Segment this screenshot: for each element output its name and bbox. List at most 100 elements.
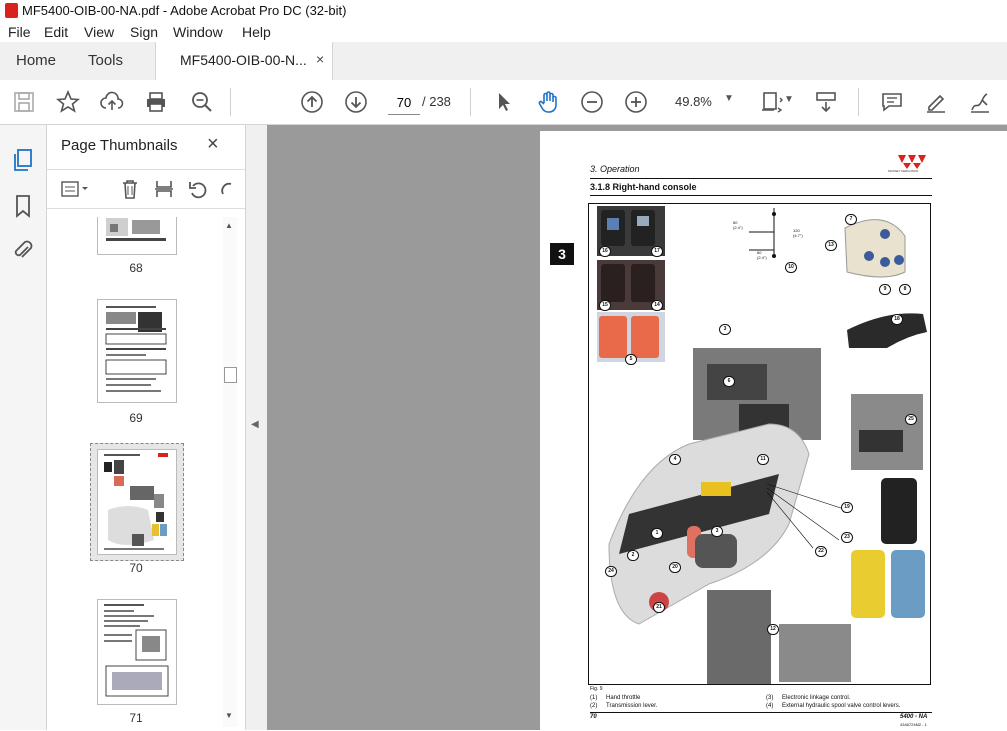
callout: 24: [605, 566, 617, 577]
heading-rule: [590, 178, 932, 179]
figure-frame: 16 17 15 14 5 60 (2.4") 120 (4.7") 60 (2…: [588, 203, 931, 685]
callout: 12: [767, 624, 779, 635]
upload-icon[interactable]: [100, 90, 124, 114]
caption-number: (2): [590, 703, 598, 709]
toolbar-divider: [230, 88, 231, 116]
section-heading: 3.1.8 Right-hand console: [590, 182, 697, 192]
page-number-input[interactable]: [388, 90, 420, 115]
tab-home[interactable]: Home: [16, 52, 56, 69]
bookmark-star-icon[interactable]: [55, 89, 81, 114]
callout: 16: [599, 246, 611, 257]
options-menu-icon[interactable]: [61, 178, 91, 200]
caption-text: External hydraulic spool valve control l…: [782, 703, 901, 709]
comment-icon[interactable]: [880, 90, 904, 114]
callout: 14: [651, 300, 663, 311]
scroll-mode-icon[interactable]: [814, 90, 838, 114]
navigation-rail: [0, 125, 47, 730]
select-cursor-icon[interactable]: [492, 90, 516, 114]
figure-label: Fig. 9: [590, 686, 603, 692]
callout: 1: [651, 528, 663, 539]
document-view[interactable]: 3. Operation MASSEY FERGUSON 3.1.8 Right…: [267, 125, 1007, 731]
callout: 6: [723, 376, 735, 387]
dimension-label: 60 (2.4"): [757, 250, 767, 260]
callout: 8: [899, 284, 911, 295]
next-page-icon[interactable]: [344, 90, 368, 114]
rotate-left-icon[interactable]: [187, 178, 209, 200]
scrollbar-thumb[interactable]: [224, 367, 237, 383]
toolbar-divider: [858, 88, 859, 116]
scroll-down-icon[interactable]: ▼: [225, 711, 233, 720]
close-panel-icon[interactable]: ×: [207, 133, 219, 156]
sign-icon[interactable]: [968, 90, 992, 114]
callout: 3: [719, 324, 731, 335]
prev-page-icon[interactable]: [300, 90, 324, 114]
zoom-out-icon[interactable]: [580, 90, 604, 114]
collapse-panel-icon[interactable]: ◀: [251, 419, 259, 430]
brand-name: MASSEY FERGUSON: [888, 169, 919, 173]
page-total: / 238: [422, 94, 451, 109]
tab-tools[interactable]: Tools: [88, 52, 123, 69]
menu-bar: File Edit View Sign Window Help: [0, 22, 1007, 42]
scroll-up-icon[interactable]: ▲: [225, 221, 233, 230]
caption-number: (3): [766, 695, 774, 701]
window-title: MF5400-OIB-00-NA.pdf - Adobe Acrobat Pro…: [22, 3, 347, 18]
print-icon[interactable]: [144, 90, 168, 114]
callout: 21: [653, 602, 665, 613]
tab-bar: Home Tools MF5400-OIB-00-N... ×: [0, 42, 1007, 81]
caption-text: Transmission lever.: [606, 703, 658, 709]
zoom-value: 49.8%: [675, 94, 712, 109]
hand-icon[interactable]: [536, 90, 560, 114]
highlight-pen-icon[interactable]: [924, 90, 948, 114]
panel-title: Page Thumbnails: [61, 137, 178, 154]
callout: 9: [879, 284, 891, 295]
menu-view[interactable]: View: [84, 24, 114, 40]
extract-pages-icon[interactable]: [153, 178, 175, 200]
thumbnail-scrollbar[interactable]: ▲ ▼: [223, 217, 237, 727]
thumbnail-label: 68: [129, 261, 143, 275]
thumbnail-page[interactable]: [97, 599, 177, 705]
thumbnail-label: 71: [129, 711, 143, 725]
fit-page-icon[interactable]: [760, 90, 784, 114]
zoom-select[interactable]: 49.8% ▼: [669, 90, 739, 114]
footer-rule: [590, 712, 932, 713]
callout: 19: [841, 502, 853, 513]
thumbnail-page[interactable]: [97, 217, 177, 255]
delete-icon[interactable]: [119, 178, 141, 200]
page-thumbnails-icon[interactable]: [10, 147, 36, 173]
rotate-right-icon[interactable]: [219, 178, 233, 200]
save-icon[interactable]: [12, 90, 36, 114]
menu-sign[interactable]: Sign: [130, 24, 158, 40]
menu-help[interactable]: Help: [242, 24, 271, 40]
caption-text: Electronic linkage control.: [782, 695, 851, 701]
page-number: 70: [590, 714, 597, 720]
callout: 3: [711, 526, 723, 537]
callout: 23: [841, 532, 853, 543]
zoom-in-icon[interactable]: [624, 90, 648, 114]
callout: 7: [845, 214, 857, 225]
menu-file[interactable]: File: [8, 24, 31, 40]
caption-number: (1): [590, 695, 598, 701]
chevron-down-icon[interactable]: ▼: [784, 94, 794, 105]
thumbnail-page-current[interactable]: [97, 449, 177, 555]
attachments-icon[interactable]: [10, 237, 36, 263]
callout: 22: [815, 546, 827, 557]
callout: 10: [785, 262, 797, 273]
tab-document[interactable]: MF5400-OIB-00-N... ×: [155, 42, 333, 80]
section-title: 3. Operation: [590, 164, 640, 174]
menu-edit[interactable]: Edit: [44, 24, 68, 40]
thumbnail-page[interactable]: [97, 299, 177, 403]
thumbnails-panel: Page Thumbnails × 68 69 70 71 ▲ ▼: [47, 125, 245, 730]
zoom-search-icon[interactable]: [190, 90, 214, 114]
pdf-page: 3. Operation MASSEY FERGUSON 3.1.8 Right…: [540, 131, 1007, 731]
callout: 5: [625, 354, 637, 365]
bookmarks-icon[interactable]: [10, 193, 36, 219]
close-tab-icon[interactable]: ×: [316, 51, 324, 67]
toolbar-divider: [470, 88, 471, 116]
menu-window[interactable]: Window: [173, 24, 223, 40]
dimension-label: 60 (2.4"): [733, 220, 743, 230]
callout: 11: [757, 454, 769, 465]
brand-logo: MASSEY FERGUSON: [888, 153, 932, 175]
title-bar: MF5400-OIB-00-NA.pdf - Adobe Acrobat Pro…: [0, 0, 1007, 22]
callout: 13: [825, 240, 837, 251]
panel-splitter[interactable]: ◀: [245, 125, 268, 730]
